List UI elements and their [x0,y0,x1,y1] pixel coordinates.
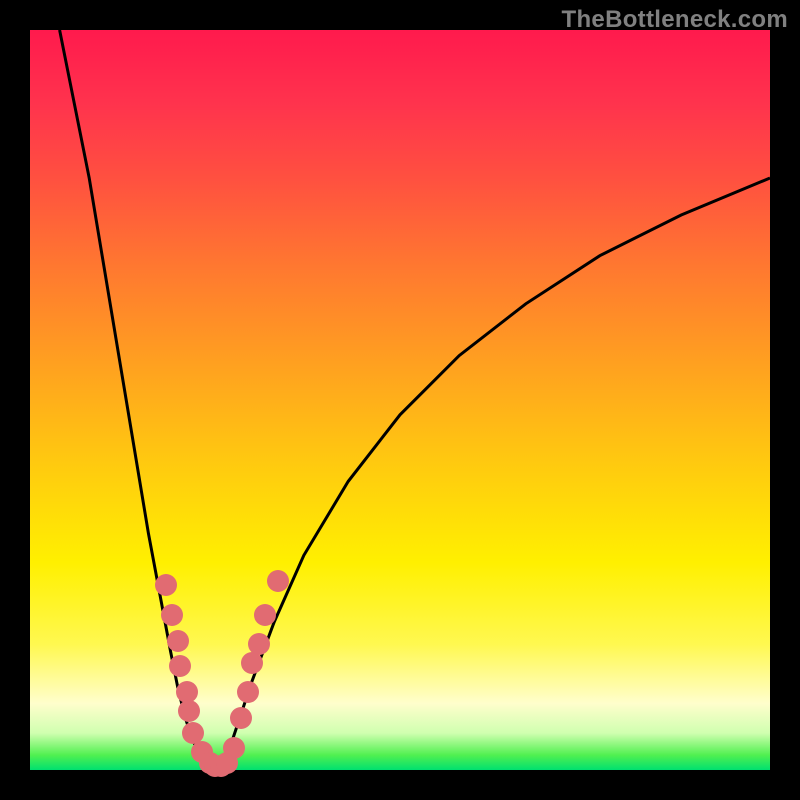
scatter-dot [241,652,263,674]
scatter-dot [230,707,252,729]
chart-frame: TheBottleneck.com [0,0,800,800]
watermark-text: TheBottleneck.com [562,6,788,34]
left-curve-path [60,30,215,770]
right-curve-path [215,178,770,770]
scatter-dot [223,737,245,759]
scatter-dot [161,604,183,626]
curve-layer [30,30,770,770]
scatter-dot [178,700,200,722]
plot-area [30,30,770,770]
scatter-dot [155,574,177,596]
scatter-dot [167,630,189,652]
scatter-dot [254,604,276,626]
